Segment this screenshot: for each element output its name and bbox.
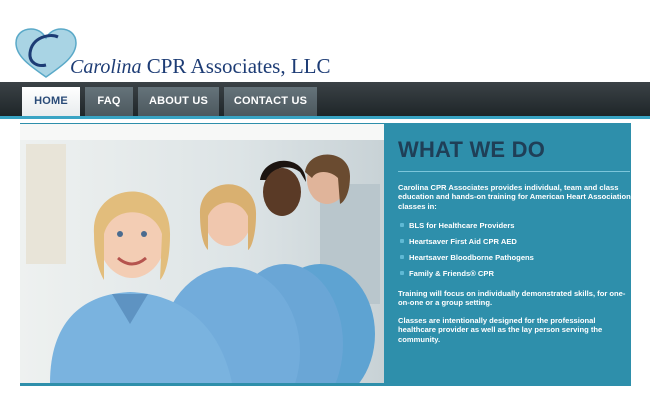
list-item: Family & Friends® CPR: [400, 269, 494, 279]
list-item: Heartsaver Bloodborne Pathogens: [400, 253, 534, 263]
logo-script-text: Carolina: [70, 56, 142, 78]
bullet-icon: [400, 223, 404, 227]
bullet-icon: [400, 255, 404, 259]
heart-logo-icon[interactable]: [14, 27, 78, 79]
logo-rest-text: CPR Associates, LLC: [141, 54, 331, 78]
bullet-icon: [400, 239, 404, 243]
nav-faq[interactable]: FAQ: [85, 87, 133, 116]
nav-contact-us[interactable]: CONTACT US: [224, 87, 317, 116]
training-paragraph: Training will focus on individually demo…: [398, 289, 626, 308]
nav-about-us[interactable]: ABOUT US: [138, 87, 219, 116]
service-label: BLS for Healthcare Providers: [409, 221, 515, 230]
site-header: Carolina CPR Associates, LLC: [0, 0, 650, 82]
bullet-icon: [400, 271, 404, 275]
list-item: Heartsaver First Aid CPR AED: [400, 237, 517, 247]
intro-paragraph: Carolina CPR Associates provides individ…: [398, 183, 631, 211]
site-logo[interactable]: Carolina CPR Associates, LLC: [70, 55, 331, 78]
service-label: Family & Friends® CPR: [409, 269, 494, 278]
classes-paragraph: Classes are intentionally designed for t…: [398, 316, 603, 344]
service-label: Heartsaver Bloodborne Pathogens: [409, 253, 534, 262]
nav-home[interactable]: HOME: [22, 87, 80, 116]
page-footer: [0, 392, 650, 418]
service-label: Heartsaver First Aid CPR AED: [409, 237, 517, 246]
photo-nurses: [20, 124, 384, 383]
heading-divider: [398, 171, 630, 172]
list-item: BLS for Healthcare Providers: [400, 221, 515, 231]
section-heading: WHAT WE DO: [398, 137, 546, 162]
